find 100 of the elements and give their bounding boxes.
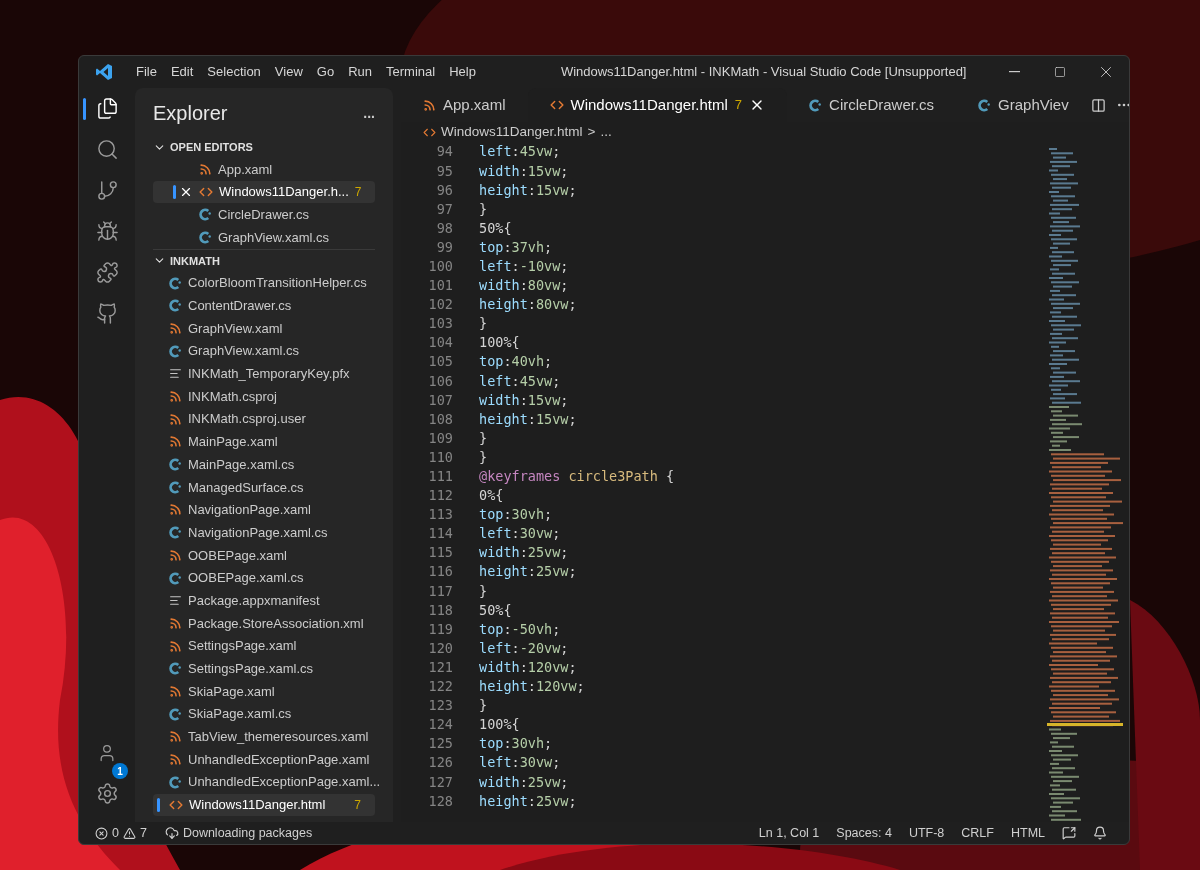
more-button[interactable]: ... (363, 102, 375, 124)
minimize-icon (1008, 71, 1020, 73)
explorer-entry[interactable]: Package.StoreAssociation.xml (153, 612, 375, 635)
line-number: 103 (427, 314, 453, 334)
explorer-entry[interactable]: NavigationPage.xaml.cs (153, 521, 375, 544)
explorer-entry[interactable]: OOBEPage.xaml (153, 544, 375, 567)
explorer-entry[interactable]: SkiaPage.xaml (153, 680, 375, 703)
explorer-entry[interactable]: MainPage.xaml.cs (153, 453, 375, 476)
line-number: 117 (427, 581, 453, 601)
rss-icon (169, 390, 182, 404)
c-sharp-icon (169, 571, 182, 585)
breadcrumb-item[interactable]: Windows11Danger.html (441, 121, 583, 143)
split-editor-icon[interactable] (1090, 97, 1106, 113)
explorer-entry[interactable]: INKMath.csproj.user (153, 407, 375, 431)
line-number: 127 (427, 772, 453, 792)
explorer-entry[interactable]: GraphView.xaml.cs (153, 226, 375, 249)
explorer-entry[interactable]: Package.appxmanifest (153, 589, 375, 613)
explorer-entry[interactable]: ContentDrawer.cs (153, 294, 375, 318)
code-line: } (479, 314, 488, 334)
error-count[interactable]: 0 (112, 823, 119, 843)
c-sharp-icon (169, 526, 182, 540)
search-icon[interactable] (95, 138, 119, 161)
explorer-entry[interactable]: INKMath_TemporaryKey.pfx (153, 362, 375, 386)
explorer-entry[interactable]: MainPage.xaml (153, 430, 375, 454)
puzzle-icon[interactable] (95, 261, 119, 284)
bug-icon[interactable] (95, 220, 119, 243)
breadcrumb-item[interactable]: ... (600, 121, 612, 143)
status-item[interactable]: Spaces: 4 (836, 823, 892, 843)
code-line: } (479, 199, 488, 219)
code-line: width:15vw; (479, 161, 569, 181)
line-number: 102 (427, 295, 453, 315)
line-number: 113 (427, 505, 453, 525)
line-number: 101 (427, 276, 453, 296)
line-number: 105 (427, 352, 453, 372)
status-item[interactable]: CRLF (961, 823, 994, 843)
code-line: top:40vh; (479, 352, 553, 372)
menu-item[interactable]: Go (309, 62, 342, 82)
settings-icon[interactable] (95, 782, 119, 805)
explorer-entry[interactable]: ColorBloomTransitionHelper.cs (153, 271, 375, 295)
line-number: 104 (427, 333, 453, 353)
line-number: 114 (427, 524, 453, 544)
explorer-entry[interactable]: NavigationPage.xaml (153, 498, 375, 522)
status-text[interactable]: Downloading packages (182, 823, 313, 843)
code-line: height:25vw; (479, 791, 577, 811)
line-number: 115 (427, 543, 453, 563)
status-item[interactable]: HTML (1010, 823, 1045, 843)
line-number: 120 (427, 638, 453, 658)
problem-count: 7 (354, 184, 362, 202)
explorer-entry[interactable]: GraphView.xaml (153, 317, 375, 340)
rss-icon (169, 503, 182, 517)
line-number: 97 (435, 199, 453, 219)
c-sharp-icon (199, 208, 212, 222)
code-line: 100%{ (479, 333, 520, 353)
line-number: 94 (435, 142, 453, 162)
explorer-entry[interactable]: UnhandledExceptionPage.xaml (153, 748, 375, 771)
status-item[interactable]: UTF-8 (908, 823, 945, 843)
explorer-entry[interactable]: INKMath.csproj (153, 385, 375, 408)
explorer-entry[interactable]: App.xaml (153, 158, 375, 181)
c-sharp-icon (169, 276, 182, 290)
menu-item[interactable]: Help (442, 62, 483, 82)
menu-item[interactable]: View (267, 62, 310, 82)
menu-item[interactable]: Terminal (379, 62, 443, 82)
rss-icon (199, 162, 212, 176)
menu-item[interactable]: Edit (163, 62, 201, 82)
editor-tab[interactable]: App.xaml (401, 88, 528, 122)
code-line: left:30vw; (479, 753, 561, 773)
feedback-icon[interactable] (1062, 826, 1076, 840)
branch-icon[interactable] (95, 179, 119, 202)
maximize-icon (1054, 66, 1066, 78)
explorer-entry[interactable]: CircleDrawer.cs (153, 203, 375, 227)
bell-icon[interactable] (1093, 826, 1107, 840)
github-icon[interactable] (95, 302, 119, 325)
line-number: 126 (427, 753, 453, 773)
editor-tab[interactable]: GraphViev (956, 88, 1091, 122)
explorer-entry[interactable]: SettingsPage.xaml (153, 634, 375, 658)
files-icon[interactable] (95, 97, 119, 120)
menu-item[interactable]: Run (341, 62, 379, 82)
explorer-entry[interactable]: OOBEPage.xaml.cs (153, 566, 375, 590)
line-number: 122 (427, 677, 453, 697)
explorer-entry[interactable]: TabView_themeresources.xaml (153, 725, 375, 749)
status-item[interactable]: Ln 1, Col 1 (758, 823, 820, 843)
code-line: left:45vw; (479, 371, 561, 391)
explorer-entry[interactable]: Windows11Danger.h... 7 (153, 180, 375, 204)
menu-item[interactable]: Selection (200, 62, 268, 82)
section-header[interactable]: OPEN EDITORS (153, 136, 253, 158)
explorer-entry[interactable]: Windows11Danger.html 7 (153, 793, 375, 817)
menu-item[interactable]: File (129, 62, 164, 82)
code-line: height:15vw; (479, 409, 577, 429)
panel-title: Explorer (153, 101, 228, 126)
section-header[interactable]: INKMATH (153, 249, 220, 272)
explorer-entry[interactable]: GraphView.xaml.cs (153, 339, 375, 363)
editor-tab[interactable]: CircleDrawer.cs (787, 88, 957, 122)
explorer-entry[interactable]: ManagedSurface.cs (153, 475, 375, 499)
explorer-entry[interactable]: SkiaPage.xaml.cs (153, 702, 375, 726)
code-line: } (479, 581, 488, 601)
cloud-download-icon (164, 826, 179, 840)
warning-count[interactable]: 7 (139, 823, 147, 843)
explorer-entry[interactable]: SettingsPage.xaml.cs (153, 657, 375, 681)
code-line: top:37vh; (479, 237, 553, 257)
line-number: 118 (427, 600, 453, 620)
